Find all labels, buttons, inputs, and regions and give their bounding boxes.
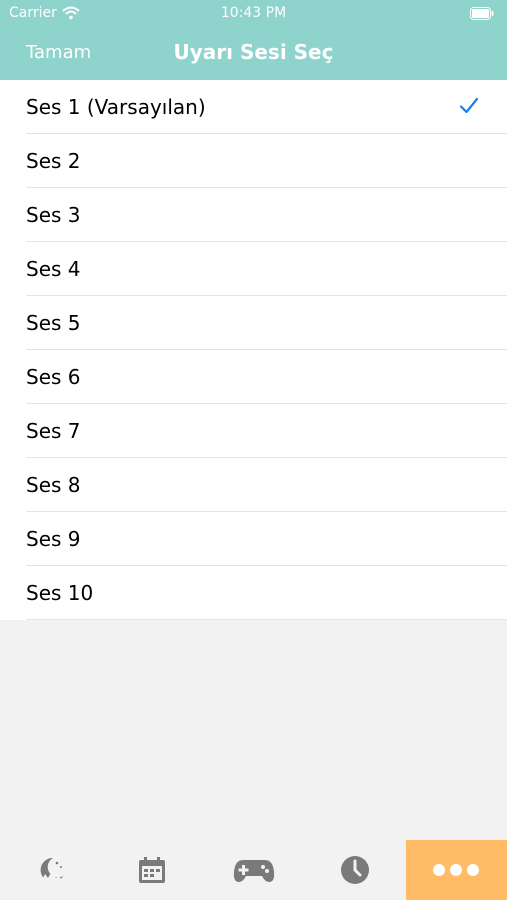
tab-bar [0, 840, 507, 900]
sound-option-label: Ses 8 [26, 473, 81, 497]
status-bar: Carrier 10:43 PM [0, 0, 507, 28]
sound-option[interactable]: Ses 7 [0, 404, 507, 458]
clock-icon [340, 856, 369, 884]
sound-option[interactable]: Ses 2 [0, 134, 507, 188]
header: Carrier 10:43 PM Tamam Uyarı Sesi Seç [0, 0, 507, 80]
sound-option-label: Ses 2 [26, 149, 81, 173]
sound-option-label: Ses 5 [26, 311, 81, 335]
sound-option-label: Ses 6 [26, 365, 81, 389]
tab-clock[interactable] [304, 840, 405, 900]
sound-option-label: Ses 1 (Varsayılan) [26, 95, 206, 119]
tab-night[interactable] [0, 840, 101, 900]
more-dots-icon [433, 864, 480, 876]
sound-option[interactable]: Ses 3 [0, 188, 507, 242]
sound-option[interactable]: Ses 9 [0, 512, 507, 566]
sound-option-label: Ses 9 [26, 527, 81, 551]
calendar-icon [139, 857, 166, 883]
sound-option[interactable]: Ses 5 [0, 296, 507, 350]
sound-option[interactable]: Ses 8 [0, 458, 507, 512]
sound-option-label: Ses 7 [26, 419, 81, 443]
nav-bar: Tamam Uyarı Sesi Seç [0, 28, 507, 80]
sound-list: Ses 1 (Varsayılan) Ses 2 Ses 3 Ses 4 Ses 5 Se… [0, 80, 507, 620]
sound-option-label: Ses 4 [26, 257, 81, 281]
sound-option[interactable]: Ses 4 [0, 242, 507, 296]
sound-option[interactable]: Ses 10 [0, 566, 507, 620]
sound-option-label: Ses 10 [26, 581, 94, 605]
app-screen: Carrier 10:43 PM Tamam Uyarı Sesi Seç Se… [0, 0, 507, 900]
gamepad-icon [233, 860, 274, 882]
status-time: 10:43 PM [220, 5, 287, 21]
night-moon-icon [40, 857, 63, 882]
tab-calendar[interactable] [101, 840, 202, 900]
sound-option[interactable]: Ses 6 [0, 350, 507, 404]
battery-icon [470, 7, 494, 20]
done-button[interactable]: Tamam [26, 42, 91, 63]
sound-option-label: Ses 3 [26, 203, 81, 227]
checkmark-icon [459, 97, 479, 114]
tab-games[interactable] [203, 840, 304, 900]
tab-more[interactable] [405, 840, 507, 900]
sound-option[interactable]: Ses 1 (Varsayılan) [0, 80, 507, 134]
